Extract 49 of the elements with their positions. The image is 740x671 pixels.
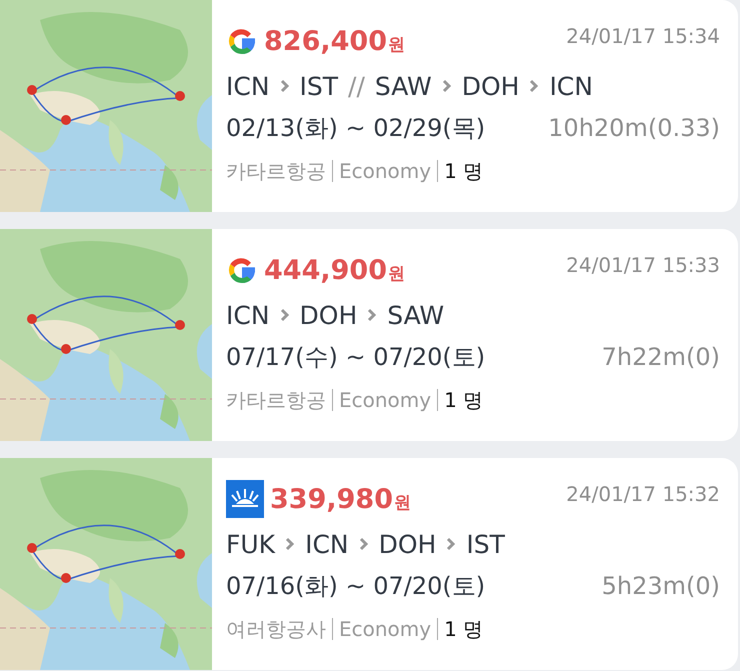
sunrise-icon <box>226 480 264 518</box>
chevron-right-icon <box>446 537 456 551</box>
airport-code: IST <box>300 72 338 100</box>
airport-code: DOH <box>300 300 358 330</box>
route-break: // <box>348 72 365 100</box>
cabin-class: Economy <box>339 159 432 183</box>
price: 339,980 <box>270 484 393 514</box>
price: 444,900 <box>264 254 387 286</box>
chevron-right-icon <box>280 79 290 93</box>
airport-code: DOH <box>378 530 436 558</box>
airport-code: ICN <box>226 300 270 330</box>
airport-code: DOH <box>462 72 520 100</box>
chevron-right-icon <box>529 79 540 93</box>
cabin-class: Economy <box>339 388 432 412</box>
currency-unit: 원 <box>394 492 411 514</box>
search-timestamp: 24/01/17 15:32 <box>566 482 720 506</box>
flight-duration: 5h23m(0) <box>602 572 720 600</box>
airport-code: ICN <box>305 530 349 558</box>
airline-name: 여러항공사 <box>226 616 326 642</box>
airport-code: SAW <box>374 72 432 100</box>
cabin-class: Economy <box>339 617 432 641</box>
currency-unit: 원 <box>388 262 405 284</box>
airline-name: 카타르항공 <box>226 386 326 414</box>
airport-code: FUK <box>226 530 276 558</box>
travel-dates: 02/13(화) ~ 02/29(목) <box>226 113 486 144</box>
chevron-right-icon <box>367 308 378 322</box>
flight-duration: 7h22m(0) <box>602 343 720 371</box>
passenger-count: 1 명 <box>444 158 484 184</box>
airport-code: ICN <box>549 72 593 100</box>
chevron-right-icon <box>442 79 452 93</box>
travel-dates: 07/17(수) ~ 07/20(토) <box>226 342 486 373</box>
airport-code: ICN <box>226 72 270 100</box>
airline-name: 카타르항공 <box>226 158 326 184</box>
airport-code: IST <box>466 530 505 558</box>
chevron-right-icon <box>358 537 369 551</box>
travel-dates: 07/16(화) ~ 07/20(토) <box>226 571 486 602</box>
search-timestamp: 24/01/17 15:34 <box>566 24 720 48</box>
passenger-count: 1 명 <box>444 616 484 642</box>
search-timestamp: 24/01/17 15:33 <box>566 253 720 277</box>
price: 826,400 <box>264 26 387 56</box>
airport-code: SAW <box>387 300 444 330</box>
flight-card[interactable]: 444,900원 24/01/17 15:33 ICN DOH SAW 07/17(수) ~ 07/20(토) 7h22m(0) 카타르항공 Economy 1 명 <box>0 229 738 441</box>
currency-unit: 원 <box>388 34 405 56</box>
flight-card[interactable]: 826,400원 24/01/17 15:34 ICN IST // SAW DOH ICN 02/13(화) ~ 02/29(목) 10h20m(0.33) 카타르항공 Economy 1 명 <box>0 0 738 212</box>
chevron-right-icon <box>285 537 296 551</box>
passenger-count: 1 명 <box>444 386 484 414</box>
chevron-right-icon <box>280 308 290 322</box>
flight-duration: 10h20m(0.33) <box>548 114 720 142</box>
flight-card[interactable]: 339,980원 24/01/17 15:32 FUK ICN DOH IST 07/16(화) ~ 07/20(토) 5h23m(0) 여러항공사 Economy 1 명 <box>0 458 738 670</box>
